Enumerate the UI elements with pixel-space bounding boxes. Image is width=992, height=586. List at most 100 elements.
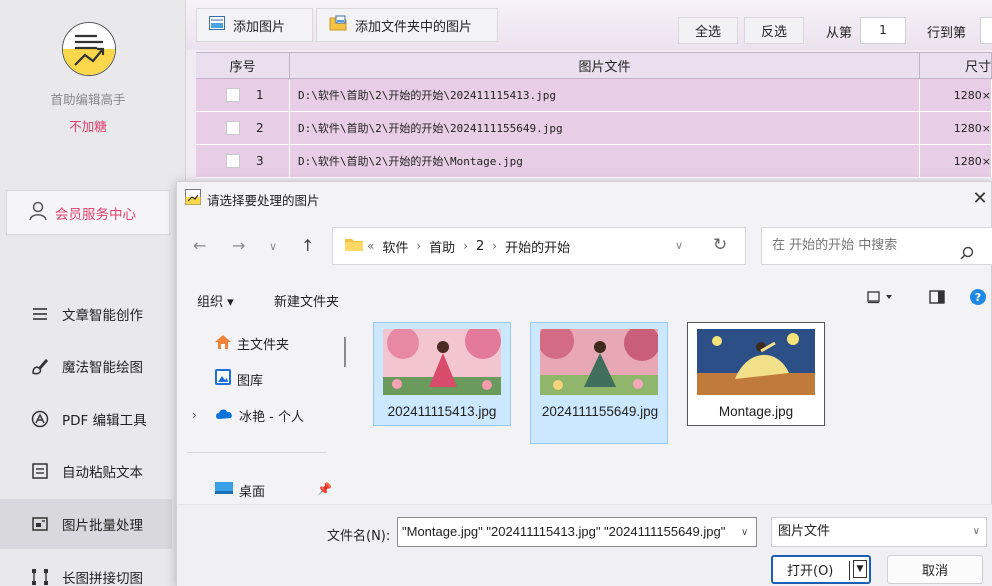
dialog-footer: 文件名(N): "Montage.jpg" "202411115413.jpg"…	[177, 504, 992, 586]
refresh-icon[interactable]: ↻	[713, 235, 727, 255]
sidebar-item-drawing[interactable]: 魔法智能绘图	[0, 341, 172, 391]
gallery-icon	[215, 369, 231, 389]
image-thumbnail	[383, 323, 501, 395]
table-row[interactable]: 2 D:\软件\首助\2\开始的开始\2024111155649.jpg 128…	[196, 112, 992, 145]
table-row[interactable]: 3 D:\软件\首助\2\开始的开始\Montage.jpg 1280×	[196, 145, 992, 178]
from-row-input[interactable]: 1	[860, 17, 906, 44]
file-tile[interactable]: 202411115413.jpg	[373, 322, 511, 426]
sidebar-item-image-batch[interactable]: 图片批量处理	[0, 499, 172, 549]
search-icon	[960, 239, 974, 275]
table-header: 序号 图片文件 尺寸	[196, 52, 992, 79]
address-bar[interactable]: « 软件 › 首助 › 2 › 开始的开始	[332, 227, 746, 265]
image-icon	[209, 16, 225, 34]
user-icon	[29, 201, 47, 225]
app-subtitle: 不加糖	[69, 119, 107, 134]
sidebar-item-article[interactable]: 文章智能创作	[0, 289, 172, 339]
sidebar-item-label: 文章智能创作	[62, 308, 143, 324]
pane-splitter[interactable]	[344, 337, 346, 367]
image-thumbnail	[538, 323, 660, 395]
navigation-pane: 主文件夹 图库 › 冰艳 - 个人 桌面 📌	[177, 317, 333, 504]
file-tile[interactable]: Montage.jpg	[687, 322, 825, 426]
breadcrumb-segment[interactable]: 首助	[429, 237, 455, 256]
breadcrumb-segment[interactable]: 2	[476, 239, 484, 254]
dialog-app-icon	[185, 189, 201, 209]
file-name: 202411115413.jpg	[387, 404, 497, 419]
app-name: 首助编辑高手	[50, 92, 126, 107]
nav-item-onedrive[interactable]: 冰艳 - 个人	[215, 406, 304, 425]
history-chevron-icon[interactable]: ∨	[269, 240, 277, 253]
back-arrow-icon[interactable]: ←	[193, 236, 206, 255]
to-row-input[interactable]	[980, 17, 992, 44]
new-folder-button[interactable]: 新建文件夹	[274, 291, 339, 310]
breadcrumb-segment[interactable]: 软件	[382, 237, 408, 256]
folder-icon	[345, 237, 363, 255]
expand-chevron-icon[interactable]: ›	[192, 408, 197, 422]
row-checkbox[interactable]	[226, 88, 240, 102]
sidebar-item-label: PDF 编辑工具	[62, 413, 147, 429]
sidebar-item-pdf[interactable]: PDF 编辑工具	[0, 394, 172, 444]
row-file: D:\软件\首助\2\开始的开始\202411115413.jpg	[290, 79, 920, 111]
image-table: 序号 图片文件 尺寸 1 D:\软件\首助\2\开始的开始\2024111154…	[196, 52, 992, 178]
sidebar-item-label: 图片批量处理	[62, 518, 143, 534]
to-row-label: 行到第	[927, 26, 967, 41]
table-row[interactable]: 1 D:\软件\首助\2\开始的开始\202411115413.jpg 1280…	[196, 79, 992, 112]
row-checkbox[interactable]	[226, 154, 240, 168]
nav-item-desktop[interactable]: 桌面	[215, 481, 265, 500]
folder-image-icon	[329, 15, 347, 35]
filename-dropdown-icon[interactable]: ∨	[741, 527, 748, 538]
file-name: Montage.jpg	[718, 404, 794, 419]
command-bar: 组织 ▾ 新建文件夹 ?	[177, 282, 992, 316]
from-row-label: 从第	[826, 26, 853, 41]
row-size: 1280×	[920, 112, 992, 144]
dialog-titlebar: 请选择要处理的图片	[177, 182, 992, 216]
row-index: 3	[256, 154, 264, 168]
search-input[interactable]: 在 开始的开始 中搜索	[761, 227, 992, 265]
member-center-label: 会员服务中心	[55, 206, 136, 223]
organize-menu[interactable]: 组织 ▾	[197, 291, 234, 310]
add-folder-images-button[interactable]: 添加文件夹中的图片	[316, 8, 498, 42]
divider	[187, 452, 327, 453]
cancel-button[interactable]: 取消	[887, 555, 983, 584]
row-checkbox[interactable]	[226, 121, 240, 135]
app-logo	[62, 22, 116, 76]
filetype-select[interactable]: 图片文件 ∨	[771, 517, 987, 547]
nav-item-gallery[interactable]: 图库	[215, 369, 263, 389]
pin-icon[interactable]: 📌	[317, 482, 332, 496]
sidebar: 首助编辑高手 不加糖 会员服务中心 文章智能创作 魔法智能绘图 PDF 编辑工具…	[0, 0, 186, 586]
list-icon	[30, 304, 50, 324]
open-dropdown-icon[interactable]: ▼	[853, 560, 867, 578]
add-image-button[interactable]: 添加图片	[196, 8, 313, 42]
row-index: 1	[256, 88, 264, 102]
sidebar-item-label: 长图拼接切图	[62, 571, 143, 586]
view-options-icon[interactable]	[867, 290, 897, 308]
forward-arrow-icon[interactable]: →	[232, 236, 245, 255]
filename-label: 文件名(N):	[327, 529, 391, 544]
image-thumbnail	[697, 329, 815, 395]
select-all-button[interactable]: 全选	[678, 17, 738, 44]
sidebar-item-label: 魔法智能绘图	[62, 360, 143, 376]
file-tile[interactable]: 2024111155649.jpg	[530, 322, 668, 444]
crop-icon	[30, 567, 50, 586]
nav-item-home[interactable]: 主文件夹	[215, 334, 289, 353]
open-button[interactable]: 打开(O) ▼	[771, 555, 871, 584]
close-icon[interactable]: ✕	[971, 188, 989, 209]
help-icon[interactable]: ?	[970, 289, 986, 309]
sidebar-item-long-image[interactable]: 长图拼接切图	[0, 552, 172, 586]
column-header-index: 序号	[196, 53, 290, 78]
row-file: D:\软件\首助\2\开始的开始\2024111155649.jpg	[290, 112, 920, 144]
sidebar-item-paste[interactable]: 自动粘贴文本	[0, 446, 172, 496]
column-header-size: 尺寸	[920, 53, 992, 78]
member-center-button[interactable]: 会员服务中心	[6, 190, 170, 235]
file-open-dialog: 请选择要处理的图片 ✕ ← → ∨ ↑ « 软件 › 首助 › 2 › 开始的开…	[176, 181, 992, 586]
breadcrumb-segment[interactable]: 开始的开始	[505, 237, 570, 256]
preview-pane-icon[interactable]	[929, 290, 945, 308]
row-size: 1280×	[920, 145, 992, 177]
address-dropdown-icon[interactable]: ∨	[675, 239, 683, 252]
filename-input[interactable]: "Montage.jpg" "202411115413.jpg" "202411…	[397, 517, 757, 547]
invert-select-button[interactable]: 反选	[744, 17, 804, 44]
breadcrumb-overflow[interactable]: «	[367, 239, 374, 253]
brush-icon	[30, 356, 50, 376]
pdf-icon	[30, 409, 50, 429]
desktop-icon	[215, 481, 233, 500]
up-arrow-icon[interactable]: ↑	[301, 236, 314, 255]
